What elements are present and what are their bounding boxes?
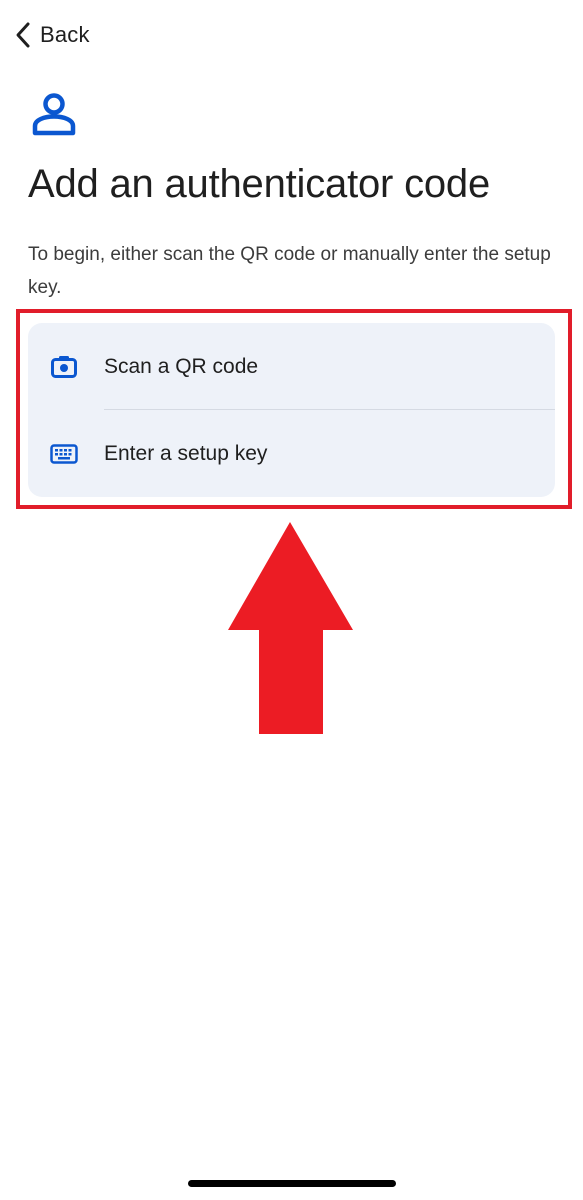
page-title: Add an authenticator code bbox=[28, 162, 491, 206]
enter-setup-key-label: Enter a setup key bbox=[104, 441, 268, 465]
account-icon bbox=[32, 93, 76, 136]
scan-qr-code-label: Scan a QR code bbox=[104, 354, 259, 378]
options-card: Scan a QR code Enter a setup key bbox=[28, 323, 555, 497]
page-subtitle: To begin, either scan the QR code or man… bbox=[28, 244, 551, 298]
back-button[interactable]: Back bbox=[14, 18, 90, 52]
camera-icon bbox=[50, 353, 78, 381]
back-label: Back bbox=[40, 22, 90, 47]
up-arrow-annotation-icon bbox=[228, 522, 353, 734]
chevron-left-icon bbox=[16, 22, 30, 48]
enter-setup-key-option[interactable]: Enter a setup key bbox=[28, 410, 555, 497]
scan-qr-code-option[interactable]: Scan a QR code bbox=[28, 323, 555, 410]
home-indicator[interactable] bbox=[188, 1180, 396, 1187]
keyboard-icon bbox=[50, 440, 78, 468]
